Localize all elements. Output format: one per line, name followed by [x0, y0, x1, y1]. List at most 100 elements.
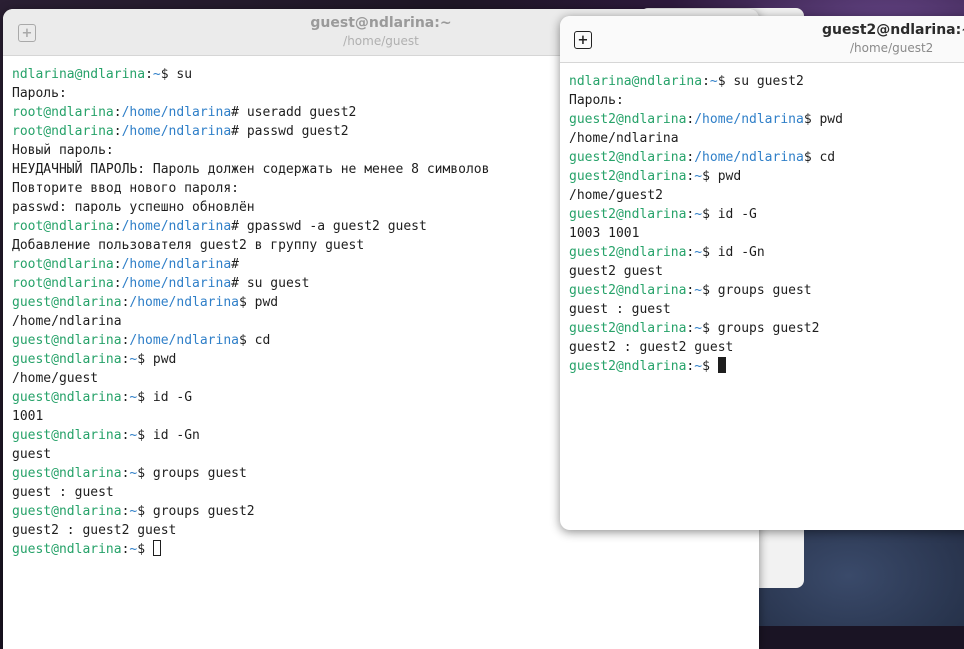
- command-text: pwd: [152, 352, 177, 367]
- window-title: guest2@ndlarina:~: [822, 22, 964, 38]
- prompt-path: ~: [694, 359, 703, 374]
- prompt-user: guest@ndlarina: [12, 428, 122, 443]
- prompt-path: ~: [694, 245, 703, 260]
- terminal-window-guest2[interactable]: + guest2@ndlarina:~ /home/guest2 ndlarin…: [560, 16, 964, 530]
- output-line: guest2 guest: [569, 264, 663, 279]
- prompt-line: guest@ndlarina:~$ id -G: [12, 388, 489, 407]
- command-text: id -Gn: [717, 245, 765, 260]
- prompt-user: guest@ndlarina: [12, 352, 122, 367]
- prompt-line: root@ndlarina:/home/ndlarina# su guest: [12, 274, 489, 293]
- prompt-user: guest2@ndlarina: [569, 359, 687, 374]
- prompt-line: guest2@ndlarina:/home/ndlarina$ pwd: [569, 110, 843, 129]
- command-text: pwd: [717, 169, 742, 184]
- window-subtitle: /home/guest2: [850, 41, 934, 55]
- prompt-line: guest2@ndlarina:~$ groups guest2: [569, 319, 843, 338]
- prompt-path: ~: [709, 74, 718, 89]
- command-text: cd: [819, 150, 836, 165]
- prompt-user: guest2@ndlarina: [569, 245, 687, 260]
- prompt-symbol: #: [231, 105, 247, 120]
- prompt-symbol: $: [137, 504, 153, 519]
- prompt-symbol: $: [702, 169, 718, 184]
- command-text: groups guest2: [717, 321, 820, 336]
- output-line: guest: [12, 447, 52, 462]
- prompt-separator: :: [113, 124, 122, 139]
- prompt-line: root@ndlarina:/home/ndlarina# useradd gu…: [12, 103, 489, 122]
- output-line: Повторите ввод нового пароля:: [12, 181, 239, 196]
- prompt-symbol: $: [717, 74, 734, 89]
- prompt-line: guest@ndlarina:~$ id -Gn: [12, 426, 489, 445]
- prompt-user: guest2@ndlarina: [569, 207, 687, 222]
- prompt-separator: :: [113, 219, 122, 234]
- output-line: guest2 : guest2 guest: [569, 340, 734, 355]
- prompt-user: guest2@ndlarina: [569, 150, 687, 165]
- output-line: 1003 1001: [569, 226, 640, 241]
- prompt-symbol: $: [702, 283, 718, 298]
- prompt-line: root@ndlarina:/home/ndlarina# passwd gue…: [12, 122, 489, 141]
- output-line: 1001: [12, 409, 44, 424]
- prompt-symbol: $: [803, 112, 820, 127]
- prompt-line: guest2@ndlarina:~$ pwd: [569, 167, 843, 186]
- prompt-symbol: $: [702, 321, 718, 336]
- command-text: id -G: [152, 390, 193, 405]
- prompt-path: /home/ndlarina: [694, 112, 804, 127]
- command-text: passwd guest2: [246, 124, 349, 139]
- terminal-output[interactable]: ndlarina@ndlarina:~$ su Пароль: root@ndlar…: [12, 65, 489, 559]
- prompt-separator: :: [113, 257, 122, 272]
- command-text: su: [176, 67, 193, 82]
- prompt-symbol: $: [137, 542, 153, 557]
- prompt-line: root@ndlarina:/home/ndlarina#: [12, 255, 489, 274]
- prompt-symbol: $: [137, 466, 153, 481]
- prompt-line: guest2@ndlarina:~$ groups guest: [569, 281, 843, 300]
- titlebar[interactable]: + guest2@ndlarina:~ /home/guest2: [560, 16, 964, 63]
- output-line: Пароль:: [12, 86, 67, 101]
- prompt-user: guest2@ndlarina: [569, 112, 687, 127]
- prompt-symbol: $: [137, 428, 153, 443]
- prompt-user: guest@ndlarina: [12, 390, 122, 405]
- prompt-user: guest@ndlarina: [12, 295, 122, 310]
- prompt-symbol: $: [238, 333, 255, 348]
- prompt-path: /home/ndlarina: [121, 124, 232, 139]
- new-tab-icon[interactable]: +: [574, 31, 592, 49]
- prompt-line: root@ndlarina:/home/ndlarina# gpasswd -a…: [12, 217, 489, 236]
- prompt-user: guest@ndlarina: [12, 466, 122, 481]
- command-text: id -G: [717, 207, 757, 222]
- output-line: guest : guest: [12, 485, 114, 500]
- command-text: groups guest: [717, 283, 812, 298]
- command-text: id -Gn: [152, 428, 200, 443]
- prompt-user: guest2@ndlarina: [569, 321, 687, 336]
- prompt-symbol: $: [702, 245, 718, 260]
- prompt-symbol: #: [231, 257, 239, 272]
- prompt-path: ~: [152, 67, 161, 82]
- prompt-line: guest2@ndlarina:~$: [569, 357, 843, 376]
- command-text: gpasswd -a guest2 guest: [246, 219, 427, 234]
- output-line: /home/guest2: [569, 188, 663, 203]
- output-line: /home/guest: [12, 371, 99, 386]
- prompt-path: ~: [694, 283, 703, 298]
- prompt-user: ndlarina@ndlarina: [12, 67, 146, 82]
- prompt-user: root@ndlarina: [12, 105, 114, 120]
- prompt-symbol: $: [137, 390, 153, 405]
- prompt-line: guest2@ndlarina:~$ id -G: [569, 205, 843, 224]
- prompt-line: guest@ndlarina:/home/ndlarina$ pwd: [12, 293, 489, 312]
- prompt-line: ndlarina@ndlarina:~$ su: [12, 65, 489, 84]
- prompt-symbol: $: [160, 67, 177, 82]
- prompt-path: ~: [694, 321, 703, 336]
- output-line: Добавление пользователя guest2 в группу …: [12, 238, 365, 253]
- prompt-path: /home/ndlarina: [121, 219, 232, 234]
- command-text: groups guest2: [152, 504, 255, 519]
- output-line: /home/ndlarina: [12, 314, 122, 329]
- command-text: pwd: [819, 112, 843, 127]
- prompt-user: root@ndlarina: [12, 276, 114, 291]
- prompt-line: ndlarina@ndlarina:~$ su guest2: [569, 72, 843, 91]
- prompt-path: ~: [694, 207, 703, 222]
- prompt-symbol: #: [231, 276, 247, 291]
- prompt-separator: :: [113, 276, 122, 291]
- prompt-path: /home/ndlarina: [121, 105, 232, 120]
- terminal-output[interactable]: ndlarina@ndlarina:~$ su guest2 Пароль: gue…: [569, 72, 843, 376]
- prompt-symbol: $: [803, 150, 820, 165]
- prompt-line: guest2@ndlarina:~$ id -Gn: [569, 243, 843, 262]
- command-text: groups guest: [152, 466, 247, 481]
- prompt-path: /home/ndlarina: [129, 295, 239, 310]
- output-line: guest : guest: [569, 302, 671, 317]
- prompt-line: guest2@ndlarina:/home/ndlarina$ cd: [569, 148, 843, 167]
